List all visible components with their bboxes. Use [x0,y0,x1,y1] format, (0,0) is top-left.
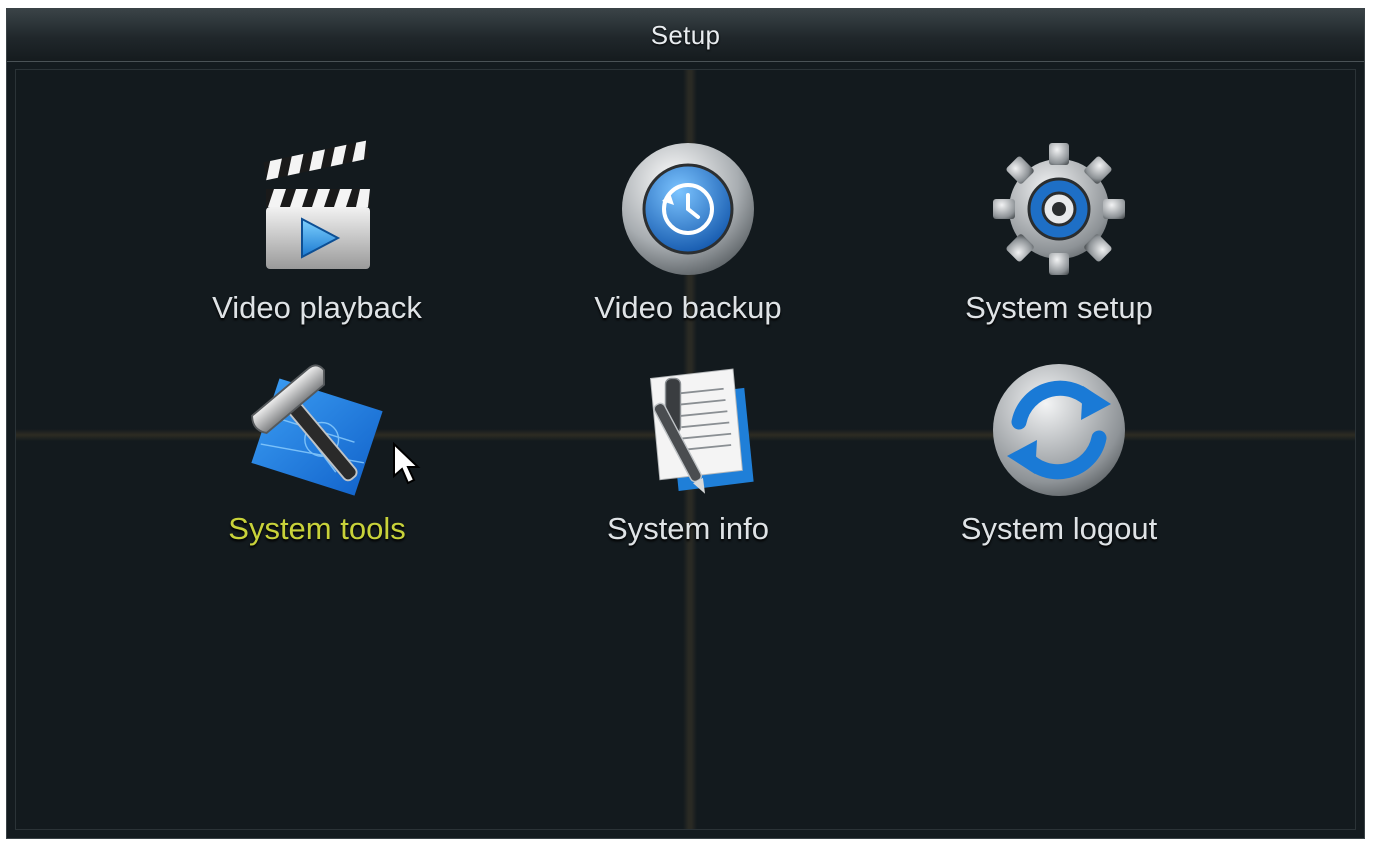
window-title: Setup [650,19,721,50]
menu-panel: Video playback Video backup System setup… [15,69,1356,830]
document-pen-icon [613,355,763,505]
title-bar: Setup [7,9,1364,62]
menu-item-label: System tools [228,511,406,546]
menu-item-label: System logout [960,511,1158,546]
gear-icon [984,134,1134,284]
menu-item-system-logout[interactable]: System logout [899,355,1219,575]
setup-window: Setup Video playback Video backup System… [6,8,1365,839]
menu-item-label: System info [607,511,769,546]
menu-item-label: Video playback [212,290,422,325]
hammer-blueprint-icon [242,355,392,505]
menu-item-video-backup[interactable]: Video backup [528,134,848,354]
menu-item-video-playback[interactable]: Video playback [157,134,477,354]
backup-clock-icon [613,134,763,284]
menu-item-label: Video backup [594,290,782,325]
menu-item-system-tools[interactable]: System tools [157,355,477,575]
menu-item-label: System setup [965,290,1153,325]
refresh-arrows-icon [984,355,1134,505]
menu-item-system-setup[interactable]: System setup [899,134,1219,354]
mouse-pointer-icon [393,442,421,485]
menu-item-system-info[interactable]: System info [528,355,848,575]
clapperboard-icon [242,134,392,284]
